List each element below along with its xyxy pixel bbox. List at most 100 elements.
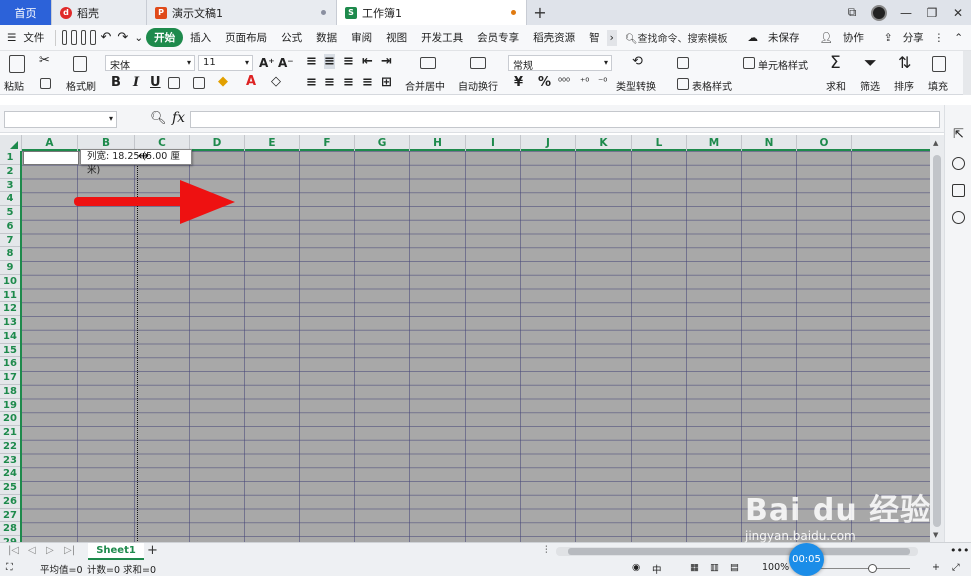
prev-sheet-icon[interactable]: ◁ [28, 545, 36, 556]
customize-icon[interactable]: ⌄ [131, 32, 146, 44]
sheet-tab-active[interactable]: Sheet1 [88, 543, 144, 560]
unsaved-dot[interactable] [511, 10, 516, 15]
row-header-5[interactable]: 5 [0, 206, 20, 220]
row-header-10[interactable]: 10 [0, 275, 20, 289]
menu-data[interactable]: 数据 [309, 30, 344, 45]
print-preview-icon[interactable] [90, 30, 96, 45]
paste-button[interactable]: 粘贴 [4, 78, 24, 93]
row-header-26[interactable]: 26 [0, 495, 20, 509]
hscroll-split-icon[interactable]: ⫶ [545, 545, 548, 556]
name-box[interactable]: ▾ [4, 111, 117, 128]
decrease-decimal-button[interactable]: ⁻⁰ [598, 77, 607, 88]
next-sheet-icon[interactable]: ▷ [46, 545, 54, 556]
percent-button[interactable]: % [538, 75, 551, 90]
page-layout-view-icon[interactable]: ▥ [710, 562, 719, 573]
column-header-d[interactable]: D [190, 135, 245, 151]
italic-button[interactable]: I [133, 75, 139, 90]
row-header-13[interactable]: 13 [0, 316, 20, 330]
paste-icon[interactable] [9, 55, 25, 73]
zoom-level[interactable]: 100% [762, 562, 789, 573]
select-cursor-icon[interactable]: ⇱ [953, 127, 964, 142]
conditional-format-icon[interactable] [677, 57, 689, 69]
help-icon[interactable] [952, 157, 965, 170]
select-all-corner[interactable] [0, 135, 22, 151]
more-vertical-icon[interactable]: ⋮ [934, 32, 945, 44]
increase-font-icon[interactable]: A⁺ [259, 56, 275, 70]
format-painter-button[interactable]: 格式刷 [66, 78, 96, 93]
eye-protection-icon[interactable]: ◉ [632, 562, 640, 573]
column-header-a[interactable]: A [22, 135, 78, 151]
new-tab-button[interactable]: + [527, 0, 553, 25]
tab-workbook[interactable]: S 工作簿1 [337, 0, 527, 25]
avatar[interactable] [871, 4, 887, 21]
format-painter-icon[interactable] [73, 56, 87, 72]
row-header-19[interactable]: 19 [0, 399, 20, 413]
redo-icon[interactable]: ↷ [114, 30, 131, 45]
image-icon[interactable] [952, 184, 965, 197]
active-cell[interactable] [23, 151, 79, 165]
row-header-8[interactable]: 8 [0, 247, 20, 261]
merge-center-icon[interactable] [420, 57, 436, 69]
filter-button[interactable]: 筛选 [860, 78, 880, 93]
row-header-27[interactable]: 27 [0, 509, 20, 523]
column-header-j[interactable]: J [521, 135, 576, 151]
column-header-o[interactable]: O [797, 135, 852, 151]
collapse-ribbon-icon[interactable]: ⌃ [954, 32, 963, 44]
fullscreen-icon[interactable]: ⛶ [6, 562, 13, 573]
align-middle-icon[interactable]: ≡ [324, 54, 335, 69]
cell-style-button[interactable]: 单元格样式 [758, 57, 808, 72]
column-header-f[interactable]: F [300, 135, 355, 151]
menu-insert[interactable]: 插入 [183, 30, 218, 45]
formula-input[interactable] [190, 111, 940, 128]
fill-icon[interactable] [932, 56, 946, 72]
row-header-17[interactable]: 17 [0, 371, 20, 385]
tab-presentation[interactable]: P 演示文稿1 [147, 0, 337, 25]
row-header-12[interactable]: 12 [0, 302, 20, 316]
row-header-28[interactable]: 28 [0, 522, 20, 536]
bold-button[interactable]: B [111, 75, 121, 90]
borders-icon[interactable] [168, 77, 180, 89]
fill-button[interactable]: 填充 [928, 78, 948, 93]
align-right-icon[interactable]: ≡ [343, 75, 354, 90]
row-header-4[interactable]: 4 [0, 192, 20, 206]
menu-smart[interactable]: 智 [582, 30, 607, 45]
row-header-11[interactable]: 11 [0, 289, 20, 303]
indent-increase-icon[interactable]: ⇥ [381, 54, 392, 69]
more-horizontal-icon[interactable]: ••• [950, 544, 969, 557]
fill-color-icon[interactable]: ◆ [218, 74, 228, 89]
row-header-3[interactable]: 3 [0, 179, 20, 193]
filter-icon[interactable]: ⏷ [864, 53, 877, 73]
row-header-18[interactable]: 18 [0, 385, 20, 399]
menu-home[interactable]: 开始 [146, 28, 184, 47]
increase-decimal-button[interactable]: ⁺⁰ [580, 77, 589, 88]
menu-formula[interactable]: 公式 [274, 30, 309, 45]
clear-format-icon[interactable]: ◇ [271, 74, 281, 89]
function-button[interactable]: fx [172, 110, 185, 126]
decrease-font-icon[interactable]: A⁻ [278, 56, 294, 70]
column-header-h[interactable]: H [410, 135, 466, 151]
menu-view[interactable]: 视图 [379, 30, 414, 45]
zoom-search-icon[interactable]: 🔍︎ [150, 111, 167, 126]
row-header-9[interactable]: 9 [0, 261, 20, 275]
cell-fill-pattern-icon[interactable] [193, 77, 205, 89]
thousands-button[interactable]: ⁰⁰⁰ [558, 77, 570, 88]
column-header-g[interactable]: G [355, 135, 410, 151]
cut-icon[interactable]: ✂ [39, 53, 50, 68]
menu-docer-resources[interactable]: 稻壳资源 [526, 30, 582, 45]
window-layout-icon[interactable]: ⧉ [839, 5, 865, 20]
font-color-icon[interactable]: A [246, 74, 256, 89]
tab-docer[interactable]: d 稻壳 [52, 0, 147, 25]
type-convert-icon[interactable]: ⟲ [632, 54, 643, 69]
undo-icon[interactable]: ↶ [98, 30, 115, 45]
underline-button[interactable]: U [150, 75, 161, 90]
row-header-21[interactable]: 21 [0, 426, 20, 440]
align-bottom-icon[interactable]: ≡ [343, 54, 354, 69]
row-header-2[interactable]: 2 [0, 165, 20, 179]
menu-file[interactable]: 文件 [23, 30, 51, 45]
row-header-1[interactable]: 1 [0, 151, 20, 165]
sum-icon[interactable]: Σ [830, 53, 841, 73]
recording-timer[interactable]: 00:05 [789, 543, 824, 576]
font-size-select[interactable]: 11 ▾ [198, 55, 253, 71]
row-header-16[interactable]: 16 [0, 357, 20, 371]
sum-button[interactable]: 求和 [826, 78, 846, 93]
